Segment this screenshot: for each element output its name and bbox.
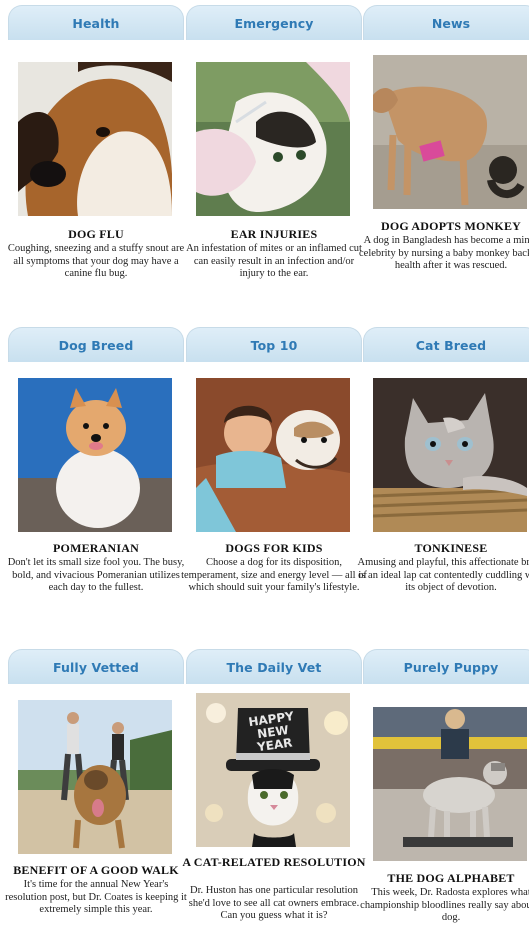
category-tab[interactable]: Health [8,5,184,40]
article-card: Top 10 DOGS FOR KIDS Choose a dog for it… [181,327,367,627]
category-tab[interactable]: News [363,5,529,40]
article-description: It's time for the annual New Year's reso… [5,879,187,916]
cat-ear-exam-image [196,62,350,216]
article-description: Don't let its small size fool you. The b… [7,557,185,594]
article-title[interactable]: BENEFIT OF A GOOD WALK [2,863,190,878]
dog-show-image [373,707,527,861]
grid-row: Health DOG FLU Coughing, sneezing and a … [0,5,529,305]
article-description: Dr. Huston has one particular resolution… [188,885,360,922]
article-description: Amusing and playful, this affectionate b… [357,557,529,594]
article-description: Choose a dog for its disposition, temper… [181,557,367,594]
article-description: A dog in Bangladesh has become a minor c… [359,235,529,272]
article-title[interactable]: TONKINESE [357,541,529,556]
grid-row: Fully Vetted BENEFIT OF A GOOD WALK It's… [0,649,529,949]
article-card: Fully Vetted BENEFIT OF A GOOD WALK It's… [5,649,187,949]
new-year-cat-photo[interactable]: HAPPY NEW YEAR [196,693,350,847]
dog-show-photo[interactable] [373,707,527,861]
grid-row: Dog Breed POMERANIAN Don't let its small… [0,327,529,627]
article-grid: Health DOG FLU Coughing, sneezing and a … [0,0,529,939]
article-description: Coughing, sneezing and a stuffy snout ar… [7,243,185,280]
article-title[interactable]: POMERANIAN [2,541,190,556]
category-tab[interactable]: Dog Breed [8,327,184,362]
dog-and-monkey-photo[interactable] [373,55,527,209]
article-title[interactable]: DOG FLU [2,227,190,242]
dog-face-image [18,62,172,216]
article-title[interactable]: EAR INJURIES [180,227,368,242]
article-card: Health DOG FLU Coughing, sneezing and a … [8,5,184,305]
dog-and-monkey-image [373,55,527,209]
category-tab[interactable]: Fully Vetted [8,649,184,684]
dog-walk-image [18,700,172,854]
article-title[interactable]: A CAT-RELATED RESOLUTION [180,855,368,870]
article-card: Dog Breed POMERANIAN Don't let its small… [8,327,184,627]
category-tab[interactable]: Emergency [186,5,362,40]
article-title[interactable]: DOG ADOPTS MONKEY [357,219,529,234]
article-title[interactable]: DOGS FOR KIDS [180,541,368,556]
article-title[interactable]: THE DOG ALPHABET [357,871,529,886]
dog-face-photo[interactable] [18,62,172,216]
category-tab[interactable]: Purely Puppy [363,649,529,684]
article-card: The Daily Vet HAPPY NEW YEAR A CAT-RELAT… [182,649,365,949]
cat-ear-exam-photo[interactable] [196,62,350,216]
boy-with-bulldog-image [196,378,350,532]
category-tab[interactable]: Top 10 [186,327,362,362]
article-card: Emergency EAR INJURIES An infestation of… [186,5,362,305]
category-tab[interactable]: Cat Breed [363,327,529,362]
pomeranian-image [18,378,172,532]
boy-with-bulldog-photo[interactable] [196,378,350,532]
article-card: Cat Breed TONKINESE Amusing and playful,… [357,327,529,627]
article-description: An infestation of mites or an inflamed c… [186,243,362,280]
article-card: News DOG ADOPTS MONKEY A dog in Banglade… [359,5,529,305]
tonkinese-cat-image [373,378,527,532]
pomeranian-photo[interactable] [18,378,172,532]
tonkinese-cat-photo[interactable] [373,378,527,532]
dog-walk-photo[interactable] [18,700,172,854]
article-card: Purely Puppy THE DOG ALPHABET This week,… [360,649,529,949]
article-description: This week, Dr. Radosta explores what cha… [360,887,529,924]
category-tab[interactable]: The Daily Vet [186,649,362,684]
